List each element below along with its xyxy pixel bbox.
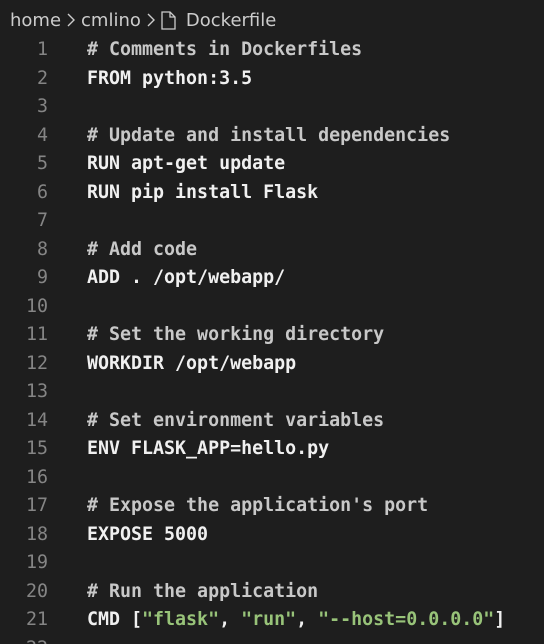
- line-number: 18: [25, 523, 48, 545]
- chevron-right-icon: [143, 13, 159, 27]
- code-line[interactable]: 6 RUN pip install Flask: [0, 179, 544, 208]
- code-line[interactable]: 12 WORKDIR /opt/webapp: [0, 350, 544, 379]
- code-line[interactable]: 18 EXPOSE 5000: [0, 521, 544, 550]
- line-number: 16: [25, 466, 48, 488]
- line-text: # Expose the application's port: [87, 492, 428, 521]
- code-line[interactable]: 22: [0, 635, 544, 644]
- code-token: EXPOSE 5000: [87, 523, 209, 545]
- line-number: 9: [36, 267, 48, 288]
- code-line[interactable]: 7: [0, 207, 544, 236]
- code-line[interactable]: 8 # Add code: [0, 236, 544, 265]
- code-comment: # Comments in Dockerfiles: [87, 39, 363, 60]
- breadcrumb-file[interactable]: Dockerfile: [186, 10, 276, 31]
- line-number: 4: [36, 124, 48, 146]
- line-text: ENV FLASK_APP=hello.py: [87, 435, 329, 464]
- code-line[interactable]: 14 # Set environment variables: [0, 407, 544, 436]
- code-line[interactable]: 3: [0, 93, 544, 122]
- code-comment: # Update and install dependencies: [87, 124, 451, 146]
- breadcrumb-folder[interactable]: cmlino: [81, 10, 141, 31]
- code-token: WORKDIR /opt/webapp: [87, 352, 297, 374]
- line-number: 15: [25, 438, 48, 459]
- code-token: CMD [: [87, 609, 143, 630]
- line-text: ADD . /opt/webapp/: [87, 264, 285, 293]
- line-number: 11: [25, 324, 48, 345]
- code-token: RUN pip install Flask: [87, 181, 319, 203]
- code-comment: # Run the application: [87, 580, 319, 602]
- line-number: 5: [36, 153, 48, 174]
- line-number: 2: [36, 67, 48, 89]
- code-token: ENV FLASK_APP=hello.py: [87, 438, 330, 459]
- line-number: 13: [25, 381, 48, 402]
- line-number: 19: [25, 552, 48, 573]
- code-line[interactable]: 13: [0, 378, 544, 407]
- line-number: 7: [36, 210, 48, 231]
- code-comment: # Expose the application's port: [87, 495, 429, 516]
- line-text: # Comments in Dockerfiles: [87, 36, 362, 65]
- breadcrumb: home cmlino Dockerfile: [0, 0, 544, 40]
- code-string: "run": [241, 609, 297, 630]
- code-area[interactable]: 1 # Comments in Dockerfiles 2 FROM python:3…: [0, 36, 544, 644]
- code-comment: # Add code: [87, 238, 198, 260]
- line-text: # Update and install dependencies: [87, 122, 450, 151]
- line-number: 1: [36, 39, 48, 60]
- code-comment: # Set environment variables: [87, 409, 385, 431]
- code-token: RUN apt-get update: [87, 153, 286, 174]
- line-number: 14: [25, 409, 48, 431]
- line-number: 12: [25, 352, 48, 374]
- line-text: FROM python:3.5: [87, 65, 252, 94]
- line-text: RUN apt-get update: [87, 150, 285, 179]
- line-number: 21: [25, 609, 48, 630]
- file-icon: [161, 10, 176, 30]
- line-text: RUN pip install Flask: [87, 179, 318, 208]
- line-number: 10: [25, 295, 48, 317]
- code-line[interactable]: 2 FROM python:3.5: [0, 65, 544, 94]
- line-text: EXPOSE 5000: [87, 521, 208, 550]
- breadcrumb-home[interactable]: home: [10, 10, 61, 31]
- code-line[interactable]: 16: [0, 464, 544, 493]
- line-text: WORKDIR /opt/webapp: [87, 350, 296, 379]
- code-line[interactable]: 17 # Expose the application's port: [0, 492, 544, 521]
- line-number: 3: [36, 96, 48, 117]
- code-line[interactable]: 1 # Comments in Dockerfiles: [0, 36, 544, 65]
- line-number: 6: [36, 181, 48, 203]
- code-line[interactable]: 10: [0, 293, 544, 322]
- code-line[interactable]: 11 # Set the working directory: [0, 321, 544, 350]
- code-token: ]: [494, 609, 506, 630]
- line-number: 22: [0, 635, 48, 644]
- code-line[interactable]: 15 ENV FLASK_APP=hello.py: [0, 435, 544, 464]
- code-line[interactable]: 21 CMD ["flask", "run", "--host=0.0.0.0"]: [0, 606, 544, 635]
- code-token: ADD . /opt/webapp/: [87, 267, 286, 288]
- code-line[interactable]: 20 # Run the application: [0, 578, 544, 607]
- line-number: 8: [36, 238, 48, 260]
- code-string: "flask": [142, 609, 220, 630]
- line-number: 20: [25, 580, 48, 602]
- code-line[interactable]: 5 RUN apt-get update: [0, 150, 544, 179]
- code-token: ,: [219, 609, 242, 630]
- code-comment: # Set the working directory: [87, 324, 385, 345]
- line-text: CMD ["flask", "run", "--host=0.0.0.0"]: [87, 606, 505, 635]
- code-line[interactable]: 19: [0, 549, 544, 578]
- code-token: FROM python:3.5: [87, 67, 253, 89]
- line-text: # Run the application: [87, 578, 318, 607]
- code-line[interactable]: 4 # Update and install dependencies: [0, 122, 544, 151]
- code-string: "--host=0.0.0.0": [318, 609, 495, 630]
- line-text: # Add code: [87, 236, 197, 265]
- chevron-right-icon: [63, 13, 79, 27]
- code-line[interactable]: 9 ADD . /opt/webapp/: [0, 264, 544, 293]
- line-number: 17: [25, 495, 48, 516]
- code-editor[interactable]: home cmlino Dockerfile 1 # Comments in Do…: [0, 0, 544, 644]
- line-text: # Set the working directory: [87, 321, 384, 350]
- code-token: ,: [296, 609, 319, 630]
- line-text: # Set environment variables: [87, 407, 384, 436]
